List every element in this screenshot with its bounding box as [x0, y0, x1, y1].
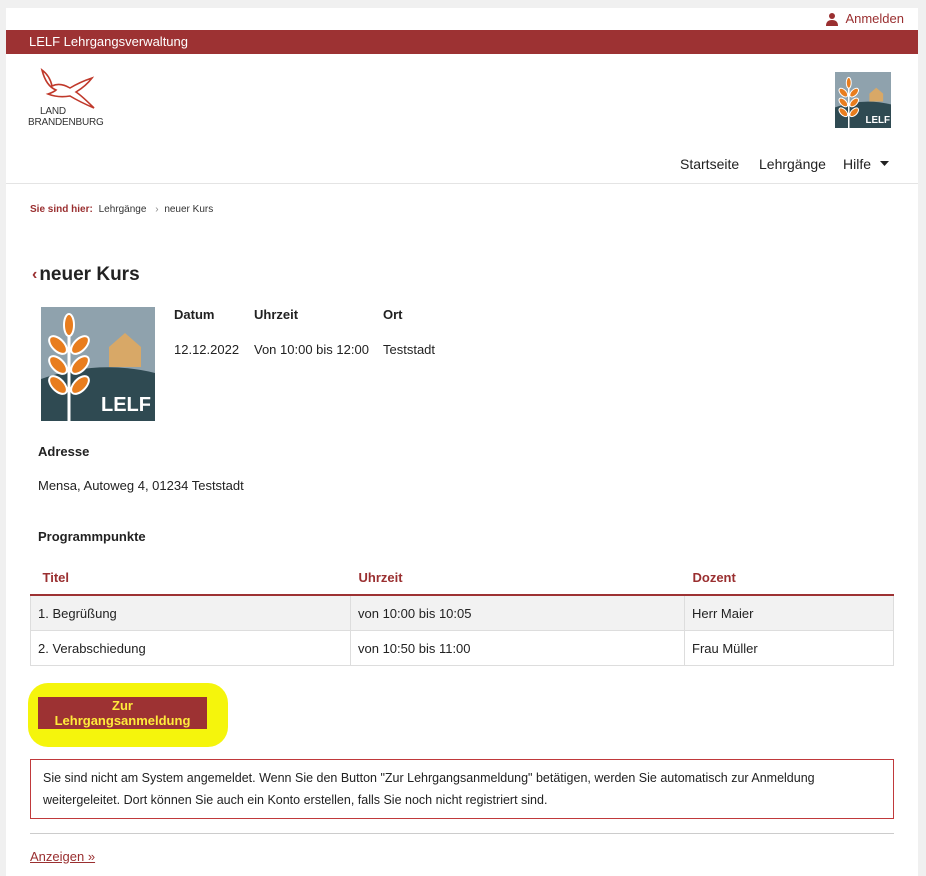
breadcrumb-item-lehrgaenge[interactable]: Lehrgänge	[99, 204, 147, 215]
brandenburg-logo[interactable]: LAND BRANDENBURG	[28, 68, 118, 132]
column-header-dozent: Dozent	[684, 561, 894, 596]
place-value: Teststadt	[383, 342, 436, 357]
address-label: Adresse	[38, 444, 90, 459]
time-value: Von 10:00 bis 12:00	[254, 342, 369, 357]
user-icon	[826, 12, 839, 26]
table-row: 1. Begrüßung von 10:00 bis 10:05 Herr Ma…	[30, 594, 894, 631]
chevron-right-icon: ›	[155, 204, 159, 215]
brandenburg-logo-line1: LAND	[40, 106, 66, 117]
header-divider	[6, 183, 918, 184]
breadcrumb: Sie sind hier: Lehrgänge › neuer Kurs	[30, 204, 213, 215]
table-cell: Herr Maier	[684, 594, 894, 631]
page: Anmelden LELF Lehrgangsverwaltung LAND B…	[6, 8, 918, 876]
time-label: Uhrzeit	[254, 307, 299, 322]
page-title: neuer Kurs	[39, 264, 140, 285]
nav-startseite[interactable]: Startseite	[680, 156, 739, 172]
address-value: Mensa, Autoweg 4, 01234 Teststadt	[38, 478, 244, 493]
table-cell: von 10:50 bis 11:00	[350, 630, 685, 666]
brandenburg-logo-line2: BRANDENBURG	[28, 117, 104, 128]
column-header-uhrzeit: Uhrzeit	[350, 561, 685, 596]
login-notice: Sie sind nicht am System angemeldet. Wen…	[30, 759, 894, 819]
caret-down-icon	[880, 161, 890, 166]
program-label: Programmpunkte	[38, 529, 146, 544]
date-value: 12.12.2022	[174, 342, 240, 357]
eagle-icon	[40, 68, 95, 109]
table-cell: Frau Müller	[684, 630, 894, 666]
breadcrumb-item-current: neuer Kurs	[164, 204, 214, 215]
table-row: 2. Verabschiedung von 10:50 bis 11:00 Fr…	[30, 630, 894, 666]
table-cell: 1. Begrüßung	[30, 594, 351, 631]
column-header-titel: Titel	[30, 561, 351, 596]
breadcrumb-prefix: Sie sind hier:	[30, 204, 93, 215]
login-label: Anmelden	[845, 11, 904, 26]
program-table: Titel Uhrzeit Dozent 1. Begrüßung von 10…	[30, 561, 894, 666]
login-link[interactable]: Anmelden	[825, 11, 904, 26]
course-image: LELF	[41, 307, 155, 421]
table-cell: von 10:00 bis 10:05	[350, 594, 685, 631]
divider	[30, 833, 894, 834]
nav-hilfe-dropdown[interactable]: Hilfe	[843, 156, 890, 172]
program-table-header: Titel Uhrzeit Dozent	[30, 561, 894, 596]
login-notice-text: Sie sind nicht am System angemeldet. Wen…	[43, 771, 815, 807]
brandenburg-logo-text: LAND BRANDENBURG	[28, 106, 104, 128]
date-label: Datum	[174, 307, 215, 322]
place-label: Ort	[383, 307, 403, 322]
show-more-link[interactable]: Anzeigen »	[30, 849, 95, 864]
back-chevron-icon[interactable]: ‹	[32, 266, 37, 284]
course-image-text: LELF	[101, 394, 151, 416]
app-title-bar: LELF Lehrgangsverwaltung	[6, 30, 918, 54]
app-title: LELF Lehrgangsverwaltung	[29, 34, 188, 49]
lelf-logo-small[interactable]: LELF	[835, 72, 891, 128]
page-title-row: ‹ neuer Kurs	[32, 264, 140, 286]
nav-lehrgaenge[interactable]: Lehrgänge	[759, 156, 826, 172]
lelf-logo-small-text: LELF	[865, 115, 890, 126]
nav-hilfe-label: Hilfe	[843, 156, 872, 172]
register-course-button[interactable]: Zur Lehrgangsanmeldung	[38, 697, 207, 729]
table-cell: 2. Verabschiedung	[30, 630, 351, 666]
